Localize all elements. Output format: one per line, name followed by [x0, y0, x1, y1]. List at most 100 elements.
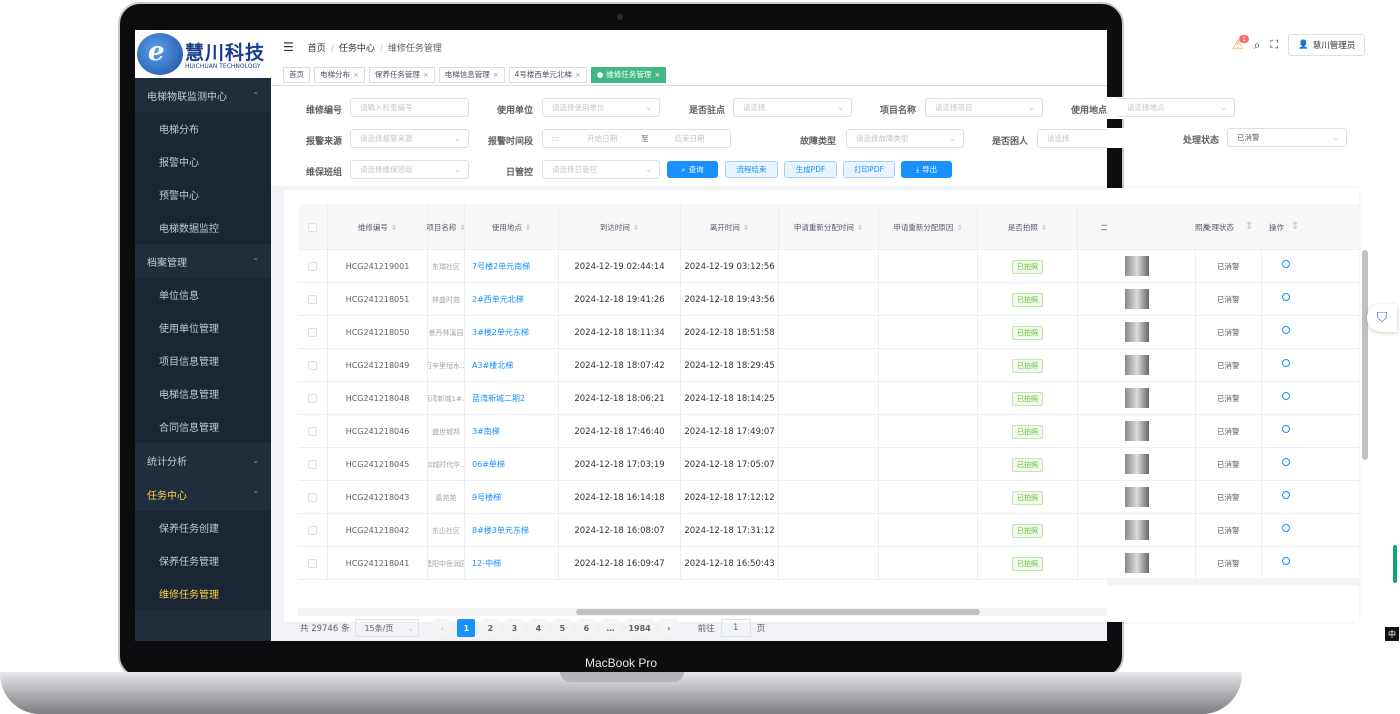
unit-select[interactable]: 请选择使用单位 ⌄: [542, 98, 660, 117]
overflow-row[interactable]: 已消警: [1107, 382, 1359, 415]
sidebar-item[interactable]: 保养任务管理: [135, 544, 271, 577]
photo-thumbnail[interactable]: [1125, 388, 1149, 408]
table-row[interactable]: HCG241219001 东瑞社区 7号楼2单元南梯 2024-12-19 02:44…: [298, 250, 1107, 283]
column-header[interactable]: 二修照片: [1078, 204, 1108, 250]
sidebar-item[interactable]: 单位信息: [135, 278, 271, 311]
sidebar-item[interactable]: 使用单位管理: [135, 311, 271, 344]
tab-tag[interactable]: 电梯分布 ×: [314, 66, 365, 83]
notification-icon[interactable]: ⚠ 1: [1232, 34, 1250, 53]
sidebar-group[interactable]: 电梯物联监测中心 ⌃: [135, 78, 271, 112]
vertical-scrollbar[interactable]: [1362, 250, 1368, 460]
place-link[interactable]: 3#楼2单元东梯: [465, 316, 559, 349]
page-button[interactable]: 1: [457, 619, 476, 637]
sidebar-item[interactable]: 电梯分布: [135, 112, 271, 145]
sort-icon[interactable]: ⇕: [633, 223, 639, 232]
next-page-button[interactable]: ›: [659, 619, 678, 637]
user-button[interactable]: 👤 慧川管理员: [1288, 34, 1366, 56]
table-row[interactable]: HCG241218045和城时代华...06#单梯2024-12-18 17:0…: [298, 448, 1107, 481]
view-icon[interactable]: [1282, 491, 1290, 499]
page-button[interactable]: …: [601, 619, 620, 637]
status-column-header[interactable]: 处理状态: [1204, 222, 1234, 233]
place-link[interactable]: 8#楼3单元东梯: [465, 514, 559, 547]
place-select-overflow[interactable]: 请选择地点 ⌄: [1117, 98, 1235, 117]
page-button[interactable]: 2: [481, 619, 500, 637]
sort-icon[interactable]: ⇕: [525, 223, 531, 232]
sidebar-item[interactable]: 电梯信息管理: [135, 377, 271, 410]
prev-page-button[interactable]: ‹: [433, 619, 452, 637]
project-select[interactable]: 请选择项目 ⌄: [925, 98, 1043, 117]
sidebar-group[interactable]: 统计分析 ⌄: [135, 443, 271, 477]
print-pdf-button[interactable]: 打印PDF: [843, 161, 895, 178]
sidebar-item[interactable]: 保养任务创建: [135, 511, 271, 544]
sidebar-item[interactable]: 电梯数据监控: [135, 211, 271, 244]
daily-control-select[interactable]: 请选择日管控 ⌄: [542, 160, 660, 179]
view-icon[interactable]: [1282, 326, 1290, 334]
sort-icon[interactable]: ⇕: [1245, 221, 1253, 232]
column-header[interactable]: 使用地点 ⇕: [465, 204, 559, 250]
overflow-row[interactable]: 已消警: [1107, 283, 1359, 316]
overflow-row[interactable]: 已消警: [1107, 448, 1359, 481]
place-link[interactable]: 2#西单元北梯: [465, 283, 559, 316]
row-checkbox[interactable]: [308, 328, 317, 337]
row-checkbox[interactable]: [308, 559, 317, 568]
column-header[interactable]: 申请重新分配原因 ⇕: [879, 204, 978, 250]
generate-pdf-button[interactable]: 生成PDF: [784, 161, 837, 178]
goto-page-input[interactable]: 1: [720, 619, 751, 637]
sidebar-item[interactable]: 维修任务管理: [135, 577, 271, 610]
sidebar-group[interactable]: 任务中心 ⌃: [135, 477, 271, 511]
search-icon[interactable]: ⌕: [1254, 38, 1261, 53]
team-select[interactable]: 请选择维保班组 ⌄: [350, 160, 469, 179]
place-link[interactable]: 蓝湾新城二期2: [465, 382, 559, 415]
search-button[interactable]: ⌕ 查询: [667, 161, 718, 178]
overflow-row[interactable]: 已消警: [1107, 316, 1359, 349]
view-icon[interactable]: [1282, 425, 1290, 433]
sidebar-item[interactable]: 预警中心: [135, 178, 271, 211]
table-row[interactable]: HCG241218043 嘉苑苑 9号楼梯 2024-12-18 16:14:18 20…: [298, 481, 1107, 514]
station-select[interactable]: 请选择 ⌄: [733, 98, 852, 117]
table-row[interactable]: HCG241218048蓝湾新城1#...蓝湾新城二期22024-12-18 1…: [298, 382, 1107, 415]
place-link[interactable]: 06#单梯: [465, 448, 559, 481]
horizontal-scrollbar-overflow[interactable]: [1107, 578, 1359, 586]
photo-thumbnail[interactable]: [1125, 520, 1149, 540]
view-icon[interactable]: [1282, 293, 1290, 301]
column-header[interactable]: 到达时间 ⇕: [559, 204, 681, 250]
column-header[interactable]: 项目名称 ⇕: [426, 204, 466, 250]
close-icon[interactable]: ×: [353, 71, 359, 79]
page-button[interactable]: 4: [529, 619, 548, 637]
horizontal-scrollbar[interactable]: [298, 608, 1107, 616]
hamburger-icon[interactable]: ☰: [283, 40, 294, 54]
close-icon[interactable]: ×: [654, 71, 660, 79]
row-checkbox[interactable]: [308, 460, 317, 469]
sidebar-group[interactable]: 档案管理 ⌃: [135, 244, 271, 278]
place-link[interactable]: 9号楼梯: [465, 481, 559, 514]
alarm-source-select[interactable]: 请选择报警来源 ⌄: [350, 129, 469, 148]
breadcrumb-home[interactable]: 首页: [308, 44, 326, 54]
tab-tag[interactable]: 电梯信息管理 ×: [438, 66, 505, 83]
column-header[interactable]: 维修编号 ⇕: [328, 204, 428, 250]
fullscreen-icon[interactable]: ⛶: [1270, 38, 1278, 52]
page-size-select[interactable]: 15条/页 ⌄: [355, 619, 420, 637]
overflow-row[interactable]: 已消警: [1107, 514, 1359, 547]
column-header[interactable]: [298, 204, 328, 250]
process-status-select[interactable]: 已消警 ⌄: [1227, 128, 1347, 147]
table-row[interactable]: HCG241218042 东山社区 8#楼3单元东梯 2024-12-18 16:08…: [298, 514, 1107, 547]
place-link[interactable]: 12-中梯: [465, 547, 559, 580]
sort-icon[interactable]: ⇕: [1041, 223, 1047, 232]
overflow-row[interactable]: 已消警: [1107, 250, 1359, 283]
alarm-date-range[interactable]: ▭ 开始日期至结束日期: [542, 129, 731, 148]
repair-no-input[interactable]: 请输入检查编号: [350, 98, 469, 117]
place-link[interactable]: 7号楼2单元南梯: [465, 250, 559, 283]
page-button[interactable]: 1984: [625, 619, 654, 637]
row-checkbox[interactable]: [308, 493, 317, 502]
photo-thumbnail[interactable]: [1125, 355, 1149, 375]
view-icon[interactable]: [1282, 260, 1290, 268]
photo-thumbnail[interactable]: [1125, 256, 1149, 276]
tab-tag[interactable]: 保养任务管理 ×: [368, 66, 435, 83]
sort-icon[interactable]: ⇕: [956, 223, 962, 232]
photo-thumbnail[interactable]: [1125, 322, 1149, 342]
row-checkbox[interactable]: [308, 295, 317, 304]
row-checkbox[interactable]: [308, 394, 317, 403]
tab-tag[interactable]: 首页: [283, 66, 310, 83]
photo-thumbnail[interactable]: [1125, 421, 1149, 441]
sort-icon[interactable]: ⇕: [391, 223, 397, 232]
